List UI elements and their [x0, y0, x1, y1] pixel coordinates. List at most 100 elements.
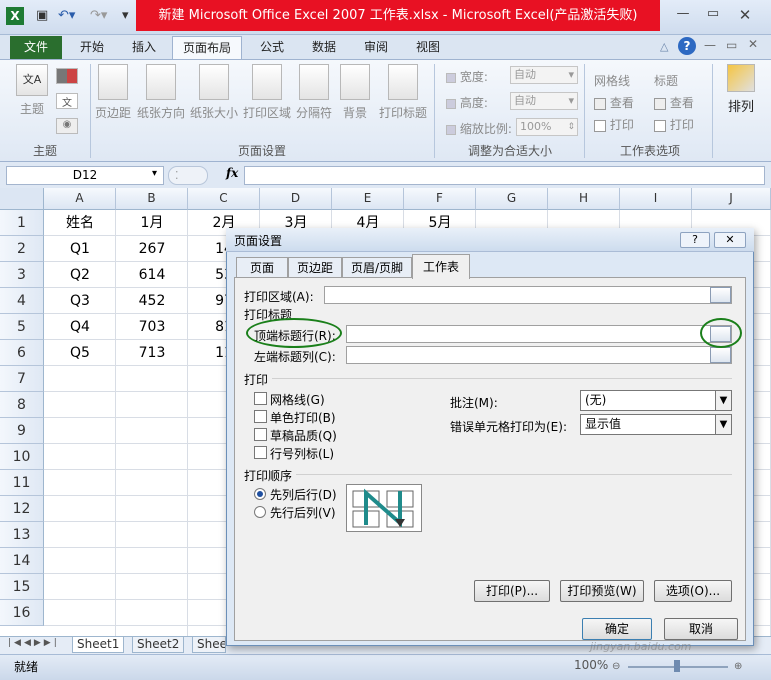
chevron-down-icon[interactable]: ▼	[715, 391, 731, 410]
column-header[interactable]: E	[332, 188, 404, 210]
table-cell[interactable]: 姓名	[44, 210, 116, 236]
row-header[interactable]: 15	[0, 574, 44, 600]
orientation-button[interactable]: 纸张方向	[134, 64, 188, 121]
scale-spinner[interactable]: 100% ⇕	[516, 118, 578, 136]
chevron-down-icon[interactable]: ▼	[715, 415, 731, 434]
customize-qat-icon[interactable]: ▾	[122, 8, 129, 23]
zoom-level[interactable]: 100%	[574, 658, 608, 672]
gridlines-checkbox[interactable]	[254, 392, 267, 405]
row-header[interactable]: 10	[0, 444, 44, 470]
theme-colors-icon[interactable]	[56, 68, 78, 84]
theme-fonts-icon[interactable]: 文	[56, 93, 78, 109]
minimize-icon[interactable]: —	[672, 6, 694, 24]
column-header[interactable]: J	[692, 188, 771, 210]
gridlines-print-check[interactable]: 打印	[594, 116, 634, 133]
column-header[interactable]: C	[188, 188, 260, 210]
errors-select[interactable]: 显示值	[580, 414, 732, 435]
collapse-dialog-icon[interactable]	[710, 347, 731, 363]
ribbon-collapse-icon[interactable]: △	[660, 40, 668, 53]
tab-insert[interactable]: 插入	[122, 36, 166, 59]
table-cell[interactable]: Q2	[44, 262, 116, 288]
name-box[interactable]: D12	[6, 166, 164, 185]
row-header[interactable]: 9	[0, 418, 44, 444]
table-cell[interactable]: Q4	[44, 314, 116, 340]
tab-review[interactable]: 审阅	[354, 36, 398, 59]
row-header[interactable]: 11	[0, 470, 44, 496]
sheet-tab-2[interactable]: Sheet2	[132, 637, 185, 653]
width-combo[interactable]: 自动 ▾	[510, 66, 578, 84]
margins-button[interactable]: 页边距	[92, 64, 134, 121]
print-button[interactable]: 打印(P)...	[474, 580, 550, 602]
zoom-thumb[interactable]	[674, 660, 680, 672]
tab-formulas[interactable]: 公式	[250, 36, 294, 59]
gridlines-view-check[interactable]: 查看	[594, 94, 634, 111]
column-header[interactable]: I	[620, 188, 692, 210]
size-button[interactable]: 纸张大小	[188, 64, 240, 121]
table-cell[interactable]: 267	[116, 236, 188, 262]
column-header[interactable]: F	[404, 188, 476, 210]
ribbon-close-icon[interactable]: ✕	[748, 37, 758, 51]
sheet-nav-icon[interactable]: |◀◀▶▶|	[8, 638, 60, 648]
row-header[interactable]: 13	[0, 522, 44, 548]
dialog-tab-page[interactable]: 页面	[236, 257, 288, 278]
over-then-down-radio[interactable]	[254, 506, 266, 518]
sheet-tab-3[interactable]: Sheet3	[192, 637, 226, 653]
tab-home[interactable]: 开始	[70, 36, 114, 59]
formula-scroll-icon[interactable]: ⁚	[168, 166, 208, 185]
tab-file[interactable]: 文件	[10, 36, 62, 59]
redo-icon[interactable]: ↷▾	[90, 8, 107, 23]
tab-view[interactable]: 视图	[406, 36, 450, 59]
row-header[interactable]: 14	[0, 548, 44, 574]
ribbon-minimize-icon[interactable]: —	[704, 38, 716, 52]
row-header[interactable]: 16	[0, 600, 44, 626]
row-col-headings-checkbox[interactable]	[254, 446, 267, 459]
row-header[interactable]: 3	[0, 262, 44, 288]
column-header[interactable]: A	[44, 188, 116, 210]
chevron-down-icon[interactable]: ▾	[152, 168, 157, 179]
tab-data[interactable]: 数据	[302, 36, 346, 59]
row-header[interactable]: 8	[0, 392, 44, 418]
dialog-tab-margins[interactable]: 页边距	[288, 257, 342, 278]
undo-icon[interactable]: ↶▾	[58, 8, 75, 23]
table-cell[interactable]: 614	[116, 262, 188, 288]
table-cell[interactable]: 452	[116, 288, 188, 314]
formula-input[interactable]	[244, 166, 765, 185]
down-then-over-radio[interactable]	[254, 488, 266, 500]
draft-quality-checkbox[interactable]	[254, 428, 267, 441]
row-header[interactable]: 2	[0, 236, 44, 262]
print-preview-button[interactable]: 打印预览(W)	[560, 580, 644, 602]
help-icon[interactable]: ?	[678, 37, 696, 55]
row-header[interactable]: 12	[0, 496, 44, 522]
rows-to-repeat-input[interactable]	[346, 325, 732, 343]
table-cell[interactable]: 703	[116, 314, 188, 340]
height-combo[interactable]: 自动 ▾	[510, 92, 578, 110]
zoom-in-icon[interactable]: ⊕	[734, 661, 742, 672]
dialog-help-button[interactable]: ?	[680, 232, 710, 248]
print-area-input[interactable]	[324, 286, 732, 304]
column-header[interactable]: D	[260, 188, 332, 210]
row-header[interactable]: 1	[0, 210, 44, 236]
collapse-dialog-icon[interactable]	[710, 287, 731, 303]
row-header[interactable]: 6	[0, 340, 44, 366]
options-button[interactable]: 选项(O)...	[654, 580, 732, 602]
zoom-out-icon[interactable]: ⊖	[612, 661, 620, 672]
column-header[interactable]: B	[116, 188, 188, 210]
sheet-tab-1[interactable]: Sheet1	[72, 637, 125, 653]
row-header[interactable]: 7	[0, 366, 44, 392]
black-white-checkbox[interactable]	[254, 410, 267, 423]
column-header[interactable]: G	[476, 188, 548, 210]
print-titles-button[interactable]: 打印标题	[376, 64, 430, 121]
cols-to-repeat-input[interactable]	[346, 346, 732, 364]
table-cell[interactable]: 713	[116, 340, 188, 366]
ok-button[interactable]: 确定	[582, 618, 652, 640]
arrange-button[interactable]: 排列	[716, 64, 766, 115]
maximize-icon[interactable]: ▭	[702, 6, 724, 24]
cancel-button[interactable]: 取消	[664, 618, 738, 640]
save-icon[interactable]: ▣	[36, 8, 48, 23]
dialog-tab-header-footer[interactable]: 页眉/页脚	[342, 257, 412, 278]
row-header[interactable]: 5	[0, 314, 44, 340]
headings-print-check[interactable]: 打印	[654, 116, 694, 133]
close-icon[interactable]: ✕	[734, 6, 756, 24]
headings-view-check[interactable]: 查看	[654, 94, 694, 111]
print-area-button[interactable]: 打印区域	[240, 64, 294, 121]
